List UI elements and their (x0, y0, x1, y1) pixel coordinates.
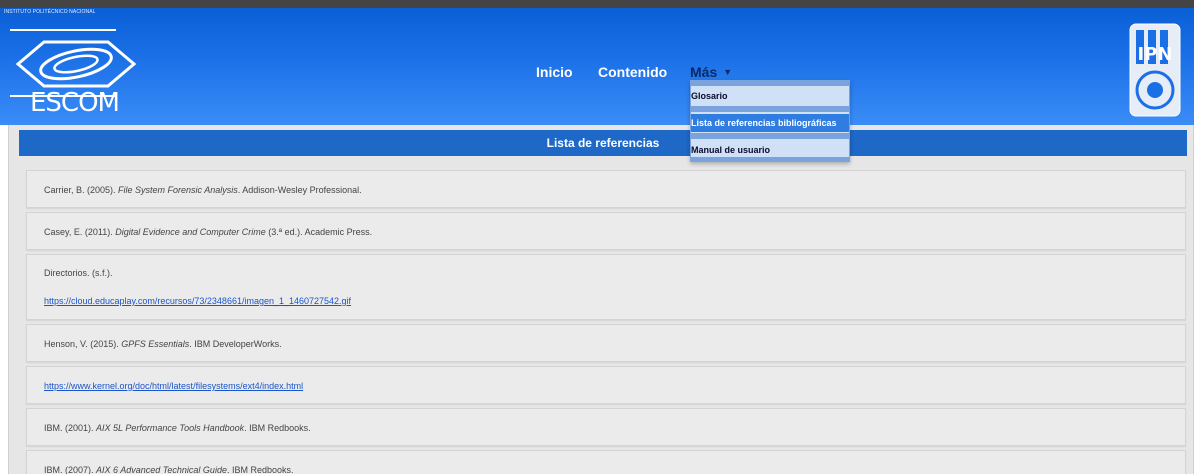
page: INSTITUTO POLITÉCNICO NACIONAL ESCOM Ini… (0, 0, 1194, 474)
reference-author: IBM. (2001). (44, 423, 97, 433)
menu-item-label: Glosario (691, 91, 728, 101)
reference-title: GPFS Essentials (121, 339, 190, 349)
reference-author: Directorios. (s.f.). (44, 268, 113, 278)
menu-item-lista-referencias[interactable]: Lista de referencias bibliográficas (691, 114, 849, 132)
menu-item-glosario[interactable]: Glosario (691, 87, 849, 105)
reference-item: IBM. (2007). AIX 6 Advanced Technical Gu… (26, 450, 1186, 474)
reference-item: Henson, V. (2015). GPFS Essentials. IBM … (26, 324, 1186, 362)
header: INSTITUTO POLITÉCNICO NACIONAL ESCOM Ini… (0, 0, 1194, 125)
reference-publisher: . IBM Redbooks. (244, 423, 311, 433)
reference-item: Casey, E. (2011). Digital Evidence and C… (26, 212, 1186, 250)
reference-title: AIX 5L Performance Tools Handbook (96, 423, 245, 433)
reference-publisher: . IBM Redbooks. (226, 465, 294, 474)
reference-link[interactable]: https://cloud.educaplay.com/recursos/73/… (44, 296, 351, 306)
reference-title: Digital Evidence and Computer Crime (115, 227, 266, 237)
reference-item: Directorios. (s.f.). https://cloud.educa… (26, 254, 1186, 320)
reference-author: IBM. (2007). (44, 465, 97, 474)
reference-author: Henson, V. (2015). (44, 339, 122, 349)
escom-wordmark: ESCOM (30, 88, 120, 118)
nav-mas-label: Más (690, 64, 718, 80)
dropdown-divider (691, 106, 849, 112)
reference-publisher: . Addison-Wesley Professional. (237, 185, 362, 195)
main-content: Lista de referencias Carrier, B. (2005).… (8, 125, 1194, 474)
reference-item: IBM. (2001). AIX 5L Performance Tools Ha… (26, 408, 1186, 446)
caret-down-icon: ▼ (723, 67, 733, 77)
dropdown-divider (691, 81, 849, 86)
reference-publisher: . IBM DeveloperWorks. (189, 339, 282, 349)
reference-author: Casey, E. (2011). (44, 227, 116, 237)
reference-author: Carrier, B. (2005). (44, 185, 119, 195)
reference-link[interactable]: https://www.kernel.org/doc/html/latest/f… (44, 381, 303, 391)
dropdown-divider (691, 157, 849, 162)
ipn-logo[interactable]: IPN (1126, 22, 1184, 118)
page-title: Lista de referencias (19, 130, 1187, 156)
ipn-logo-text: IPN (1138, 44, 1173, 65)
reference-publisher: (3.ª ed.). Academic Press. (265, 227, 373, 237)
nav-contenido[interactable]: Contenido (598, 56, 667, 88)
menu-item-label: Manual de usuario (691, 145, 771, 155)
mas-dropdown-menu: Glosario Lista de referencias bibliográf… (690, 80, 850, 162)
nav-inicio[interactable]: Inicio (536, 56, 573, 88)
reference-item: Carrier, B. (2005). File System Forensic… (26, 170, 1186, 208)
reference-title: AIX 6 Advanced Technical Guide (96, 465, 227, 474)
menu-item-label: Lista de referencias bibliográficas (691, 118, 837, 128)
reference-title: File System Forensic Analysis (118, 185, 238, 195)
reference-item: https://www.kernel.org/doc/html/latest/f… (26, 366, 1186, 404)
dropdown-divider (691, 133, 849, 139)
